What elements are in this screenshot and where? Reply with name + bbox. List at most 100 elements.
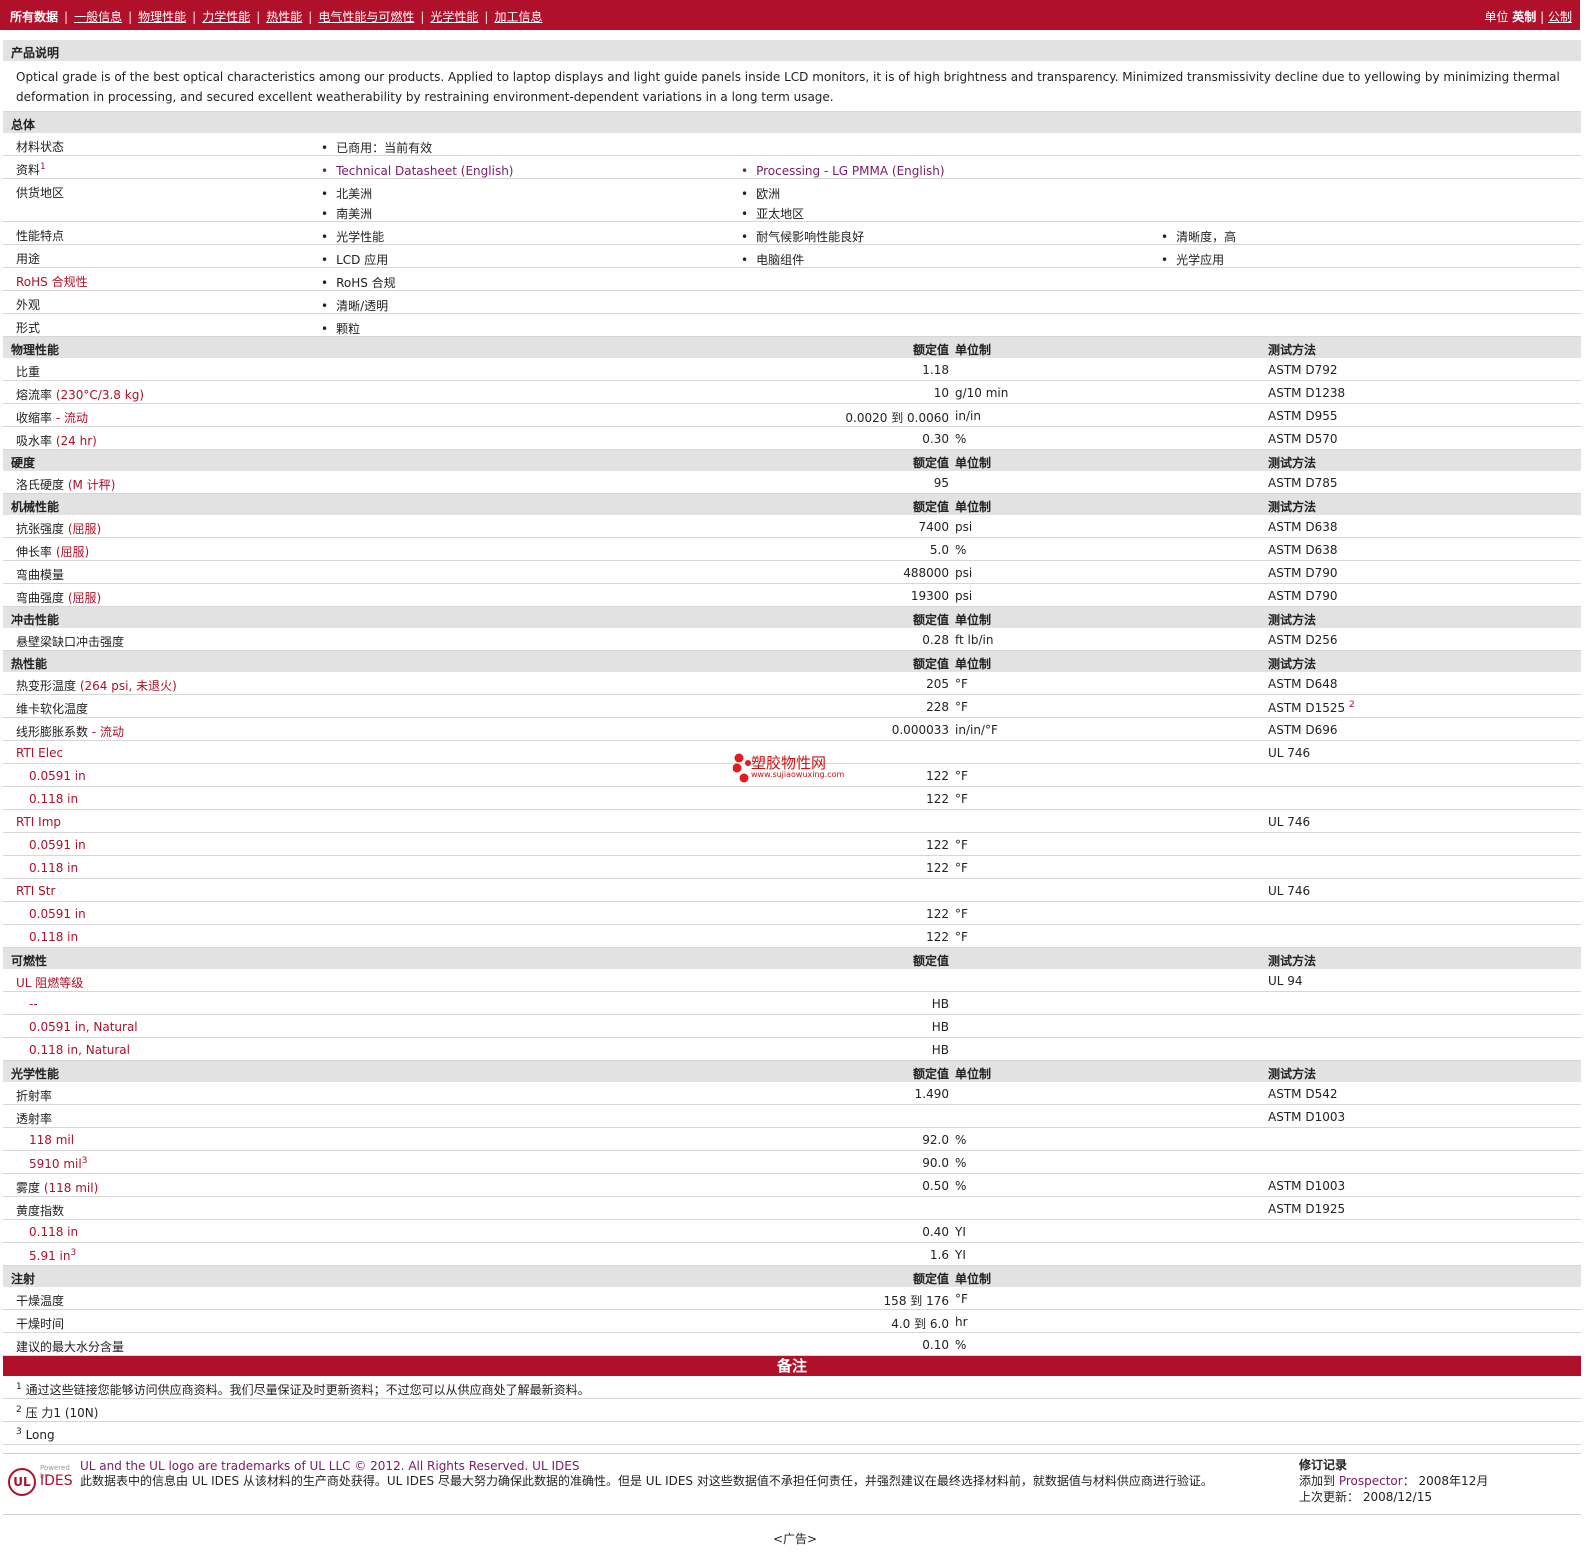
property-row: 维卡软化温度 228 °F ASTM D1525 2 bbox=[3, 695, 1581, 718]
header-test-method: 测试方法 bbox=[1268, 1067, 1317, 1081]
property-name-text: 黄度指数 bbox=[16, 1204, 65, 1218]
general-col: 耐气候影响性能良好 bbox=[741, 227, 864, 247]
property-name: 洛氏硬度 (M 计秤) bbox=[16, 476, 115, 493]
nav-link-0[interactable]: 一般信息 bbox=[74, 10, 122, 24]
footnote-ref[interactable]: 2 bbox=[1349, 700, 1355, 710]
property-name-text: 热变形温度 bbox=[16, 679, 77, 693]
property-name-text: 维卡软化温度 bbox=[16, 702, 89, 716]
watermark-url: www.sujiaowuxing.com bbox=[751, 770, 845, 779]
property-label-text: 用途 bbox=[16, 252, 41, 266]
ides-logo-text: IDES bbox=[40, 1473, 73, 1489]
property-value: 0.0020 到 0.0060 bbox=[845, 411, 949, 425]
header-value: 额定值 bbox=[912, 343, 949, 357]
added-label: 添加到 bbox=[1299, 1474, 1339, 1488]
property-label-text: RoHS 合规性 bbox=[16, 275, 88, 289]
test-method: UL 746 bbox=[1268, 746, 1311, 760]
footnote-ref[interactable]: 1 bbox=[40, 162, 46, 172]
unit-metric-link[interactable]: 公制 bbox=[1548, 10, 1572, 24]
property-value: 122 bbox=[926, 792, 949, 806]
property-name-text: 0.118 in bbox=[29, 861, 79, 875]
property-unit: in/in bbox=[955, 409, 981, 423]
property-row: 0.0591 in, Natural HB bbox=[3, 1015, 1581, 1038]
nav-link-4[interactable]: 电气性能与可燃性 bbox=[318, 10, 414, 24]
test-method: ASTM D542 bbox=[1268, 1087, 1338, 1101]
property-name-text: 0.118 in, Natural bbox=[29, 1043, 130, 1057]
property-value: 95 bbox=[933, 476, 949, 490]
list-item: RoHS 合规 bbox=[321, 273, 396, 293]
property-value: HB bbox=[931, 1020, 949, 1034]
property-name-text: 0.0591 in bbox=[29, 838, 86, 852]
footnote-ref[interactable]: 3 bbox=[82, 1156, 88, 1166]
property-name-text: 抗张强度 bbox=[16, 522, 65, 536]
datasheet-link[interactable]: Technical Datasheet (English) bbox=[321, 161, 513, 181]
property-label: 供货地区 bbox=[16, 184, 64, 201]
datasheet-link[interactable]: Processing - LG PMMA (English) bbox=[741, 161, 945, 181]
test-method: ASTM D1925 bbox=[1268, 1202, 1346, 1216]
header-test-method: 测试方法 bbox=[1268, 500, 1317, 514]
property-unit: °F bbox=[955, 930, 968, 944]
property-name-text: 5910 mil bbox=[29, 1157, 82, 1171]
general-row: 材料状态 已商用：当前有效 bbox=[3, 133, 1581, 156]
nav-link-2[interactable]: 力学性能 bbox=[202, 10, 250, 24]
list-item: 光学性能 bbox=[321, 227, 384, 247]
property-name: 黄度指数 bbox=[16, 1202, 64, 1219]
property-row: 比重 1.18 ASTM D792 bbox=[3, 358, 1581, 381]
prospector-link[interactable]: Prospector bbox=[1339, 1474, 1403, 1488]
general-col: 颗粒 bbox=[321, 319, 360, 339]
property-name: 0.0591 in, Natural bbox=[29, 1020, 138, 1034]
property-row: RTI Imp UL 746 bbox=[3, 810, 1581, 833]
property-name-text: 0.118 in bbox=[29, 1225, 79, 1239]
updated-value: 2008/12/15 bbox=[1359, 1490, 1432, 1504]
property-row: 0.118 in 122 °F bbox=[3, 787, 1581, 810]
property-name: 热变形温度 (264 psi, 未退火) bbox=[16, 677, 177, 694]
property-row: 吸水率 (24 hr) 0.30% ASTM D570 bbox=[3, 427, 1581, 450]
property-condition: (屈服) bbox=[67, 522, 102, 536]
property-condition: (屈服) bbox=[67, 591, 102, 605]
property-label-text: 材料状态 bbox=[16, 140, 65, 154]
test-method: ASTM D785 bbox=[1268, 476, 1338, 490]
property-row: 5.91 in3 1.6 YI bbox=[3, 1243, 1581, 1266]
section-title: 光学性能 bbox=[11, 1067, 60, 1081]
section-header: 机械性能 额定值 单位制 测试方法 bbox=[3, 494, 1581, 515]
header-unit: 单位制 bbox=[955, 500, 992, 514]
section-title: 注射 bbox=[11, 1272, 36, 1286]
property-label: 形式 bbox=[16, 319, 40, 336]
footnote-ref[interactable]: 3 bbox=[70, 1248, 76, 1258]
nav-link-1[interactable]: 物理性能 bbox=[138, 10, 186, 24]
unit-switcher: 单位 英制 | 公制 bbox=[1484, 10, 1572, 24]
nav-all-data[interactable]: 所有数据 bbox=[10, 10, 58, 24]
property-value: 0.10 bbox=[922, 1338, 949, 1352]
nav-link-6[interactable]: 加工信息 bbox=[494, 10, 542, 24]
property-name: RTI Imp bbox=[16, 815, 61, 829]
property-unit: psi bbox=[955, 566, 973, 580]
property-row: 熔流率 (230°C/3.8 kg) 10 g/10 min ASTM D1238 bbox=[3, 381, 1581, 404]
note-row: 1 通过这些链接您能够访问供应商资料。我们尽量保证及时更新资料；不过您可以从供应… bbox=[3, 1376, 1581, 1399]
property-label-text: 资料 bbox=[16, 163, 41, 177]
property-unit: °F bbox=[955, 861, 968, 875]
property-label: 外观 bbox=[16, 296, 40, 313]
property-value: 122 bbox=[926, 769, 949, 783]
property-unit: °F bbox=[955, 769, 968, 783]
property-row: 118 mil 92.0% bbox=[3, 1128, 1581, 1151]
property-value: 158 到 176 bbox=[883, 1294, 949, 1308]
property-value: 122 bbox=[926, 838, 949, 852]
property-name: 抗张强度 (屈服) bbox=[16, 520, 101, 537]
property-name: 吸水率 (24 hr) bbox=[16, 432, 97, 449]
property-unit: °F bbox=[955, 907, 968, 921]
header-unit: 单位制 bbox=[955, 1272, 992, 1286]
test-method: ASTM D638 bbox=[1268, 543, 1338, 557]
property-name-text: 熔流率 bbox=[16, 388, 53, 402]
nav-link-5[interactable]: 光学性能 bbox=[430, 10, 478, 24]
property-row: 弯曲强度 (屈服) 19300 psi ASTM D790 bbox=[3, 584, 1581, 607]
note-body: 通过这些链接您能够访问供应商资料。我们尽量保证及时更新资料；不过您可以从供应商处… bbox=[25, 1383, 590, 1397]
top-nav-bar: 所有数据 | 一般信息 | 物理性能 | 力学性能 | 热性能 | 电气性能与可燃性 | 光学性能 | 加工… bbox=[0, 0, 1580, 30]
test-method: ASTM D792 bbox=[1268, 363, 1338, 377]
nav-separator: | bbox=[256, 10, 261, 24]
note-text: 2 压 力1 (10N) bbox=[16, 1404, 98, 1421]
test-method: ASTM D790 bbox=[1268, 589, 1338, 603]
header-value: 额定值 bbox=[912, 1272, 949, 1286]
property-value: 122 bbox=[926, 861, 949, 875]
test-method: ASTM D696 bbox=[1268, 723, 1338, 737]
nav-link-3[interactable]: 热性能 bbox=[266, 10, 302, 24]
property-value: 0.40 bbox=[922, 1225, 949, 1239]
